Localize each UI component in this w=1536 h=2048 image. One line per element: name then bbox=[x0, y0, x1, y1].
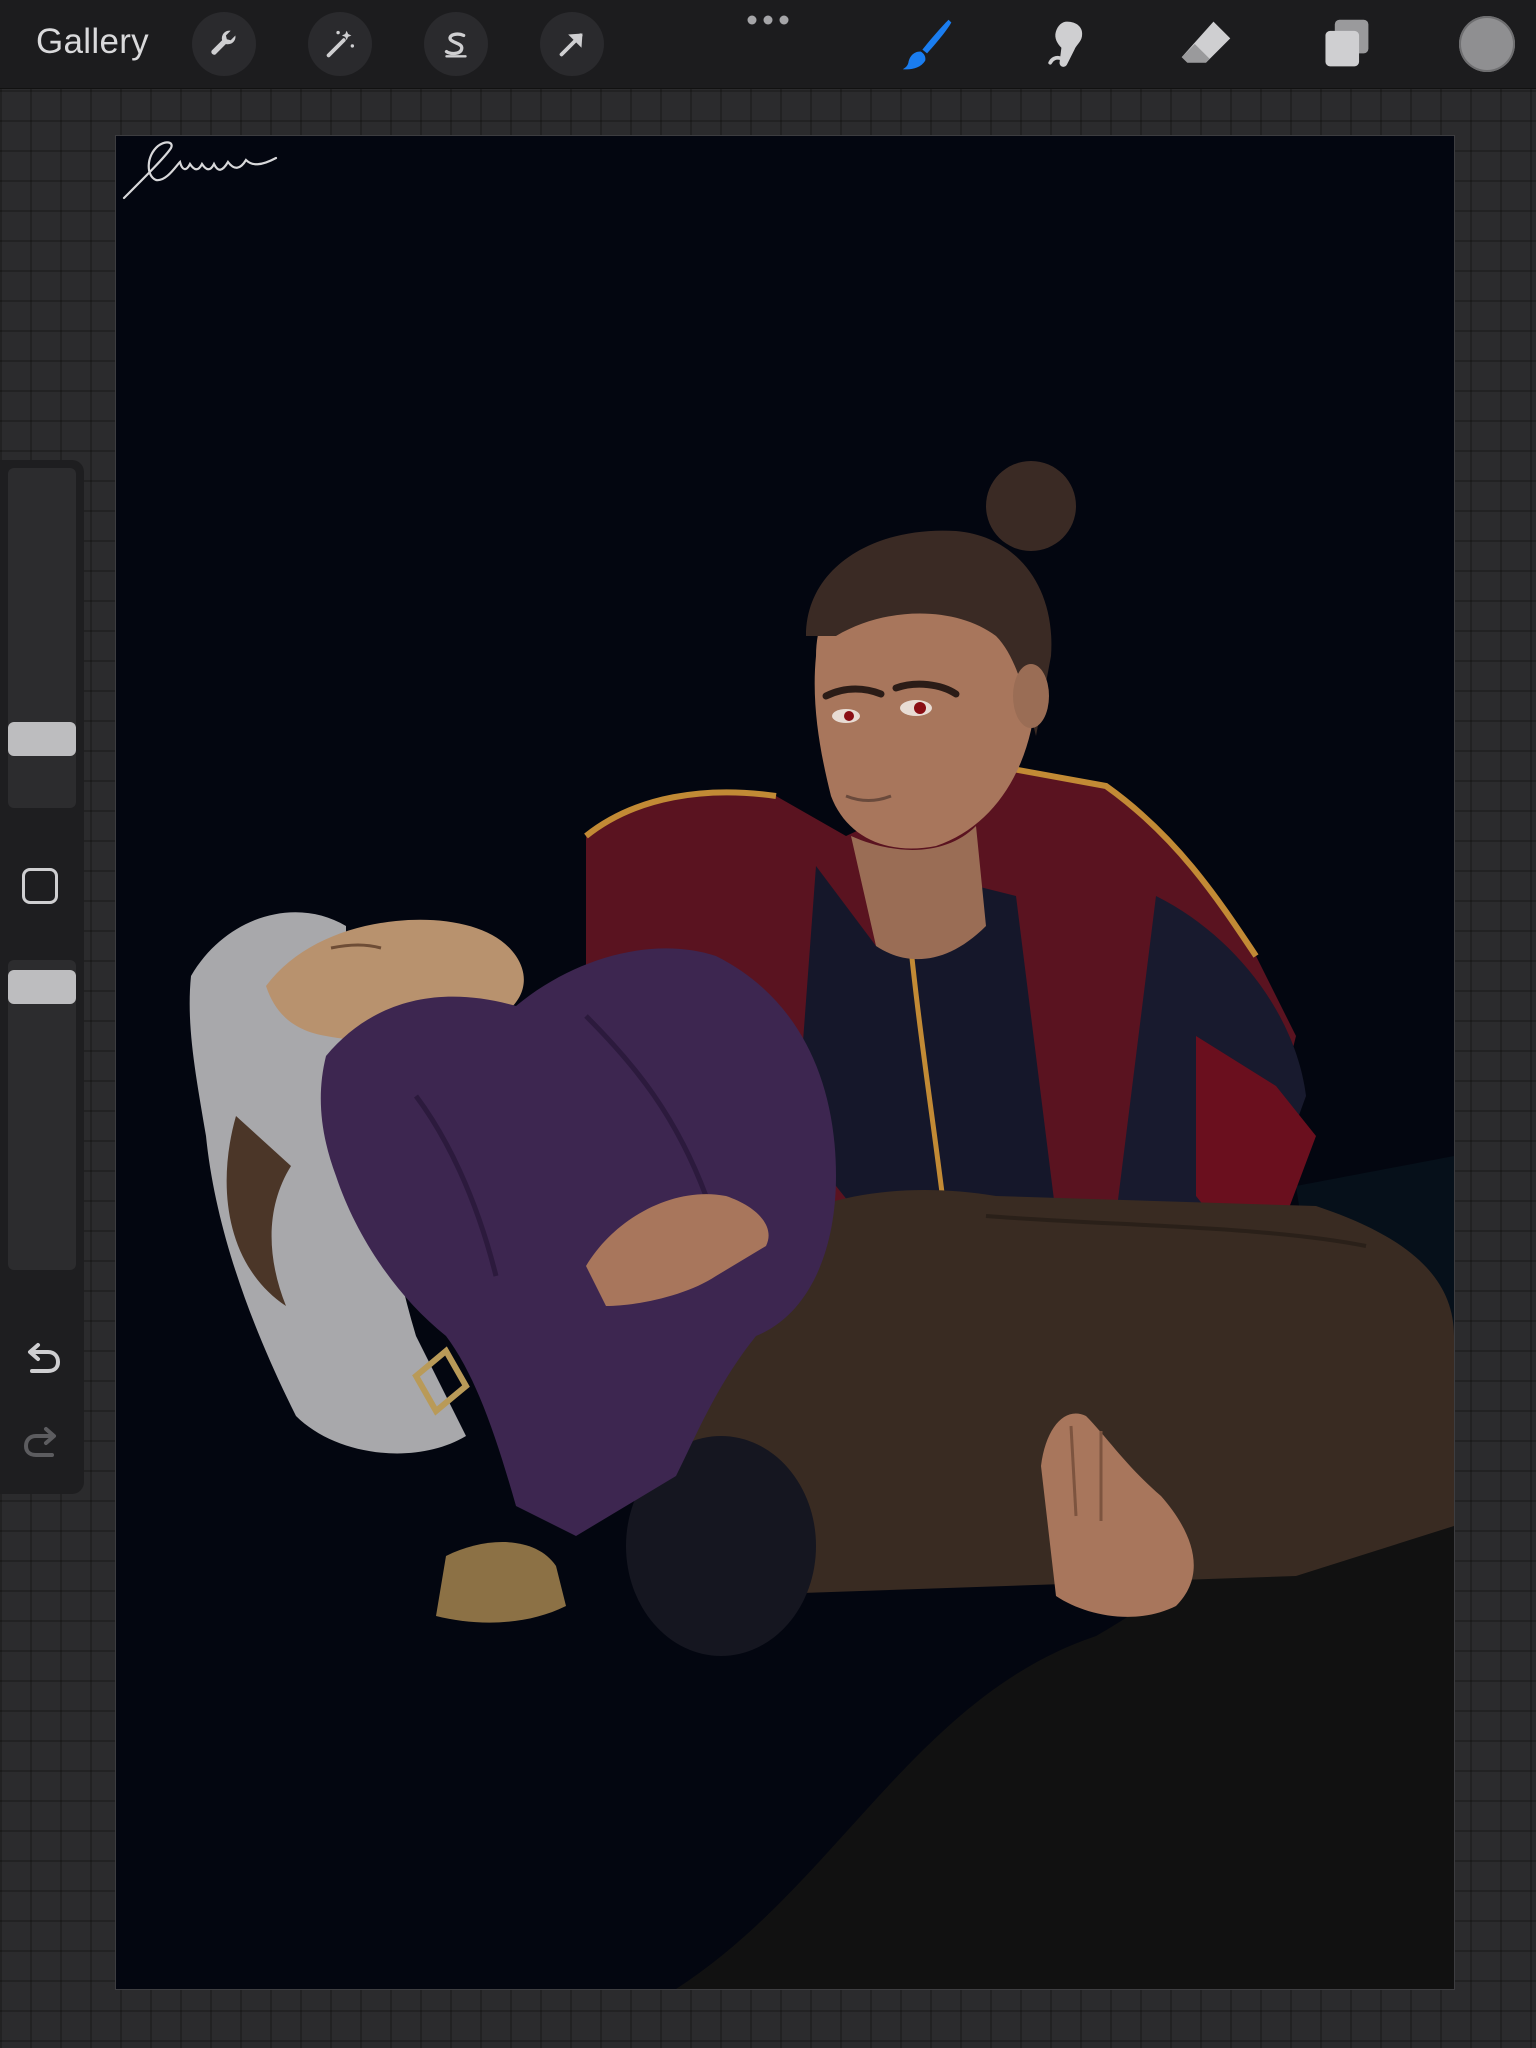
artwork-illustration bbox=[116, 136, 1454, 1989]
arrow-transform-icon bbox=[559, 33, 583, 57]
brush-size-thumb[interactable] bbox=[8, 722, 76, 756]
redo-icon[interactable] bbox=[18, 1420, 66, 1468]
modify-square-button[interactable] bbox=[22, 868, 58, 904]
layers-button[interactable] bbox=[1316, 14, 1376, 74]
smudge-icon bbox=[1048, 21, 1083, 67]
eraser-icon bbox=[1181, 21, 1231, 63]
drawing-canvas[interactable] bbox=[115, 135, 1455, 1990]
smudge-tool-button[interactable] bbox=[1037, 14, 1097, 74]
layers-icon bbox=[1325, 19, 1369, 67]
left-sidebar bbox=[0, 460, 84, 1494]
wrench-icon bbox=[211, 30, 236, 55]
eraser-tool-button[interactable] bbox=[1176, 14, 1236, 74]
top-toolbar: Gallery bbox=[0, 0, 1536, 89]
artist-signature bbox=[122, 141, 278, 200]
actions-wrench-button[interactable] bbox=[192, 12, 256, 76]
ellipsis-icon[interactable] bbox=[744, 12, 792, 28]
opacity-slider[interactable] bbox=[8, 960, 76, 1270]
undo-icon[interactable] bbox=[18, 1336, 66, 1384]
selection-button[interactable] bbox=[424, 12, 488, 76]
gallery-button[interactable]: Gallery bbox=[36, 22, 149, 62]
magic-wand-icon bbox=[326, 30, 355, 58]
color-picker-button[interactable] bbox=[1459, 16, 1515, 72]
transform-button[interactable] bbox=[540, 12, 604, 76]
brush-size-slider[interactable] bbox=[8, 468, 76, 808]
opacity-thumb[interactable] bbox=[8, 970, 76, 1004]
brush-tool-button[interactable] bbox=[898, 14, 958, 74]
adjustments-button[interactable] bbox=[308, 12, 372, 76]
brush-icon bbox=[902, 19, 952, 70]
selection-s-icon bbox=[444, 32, 467, 58]
